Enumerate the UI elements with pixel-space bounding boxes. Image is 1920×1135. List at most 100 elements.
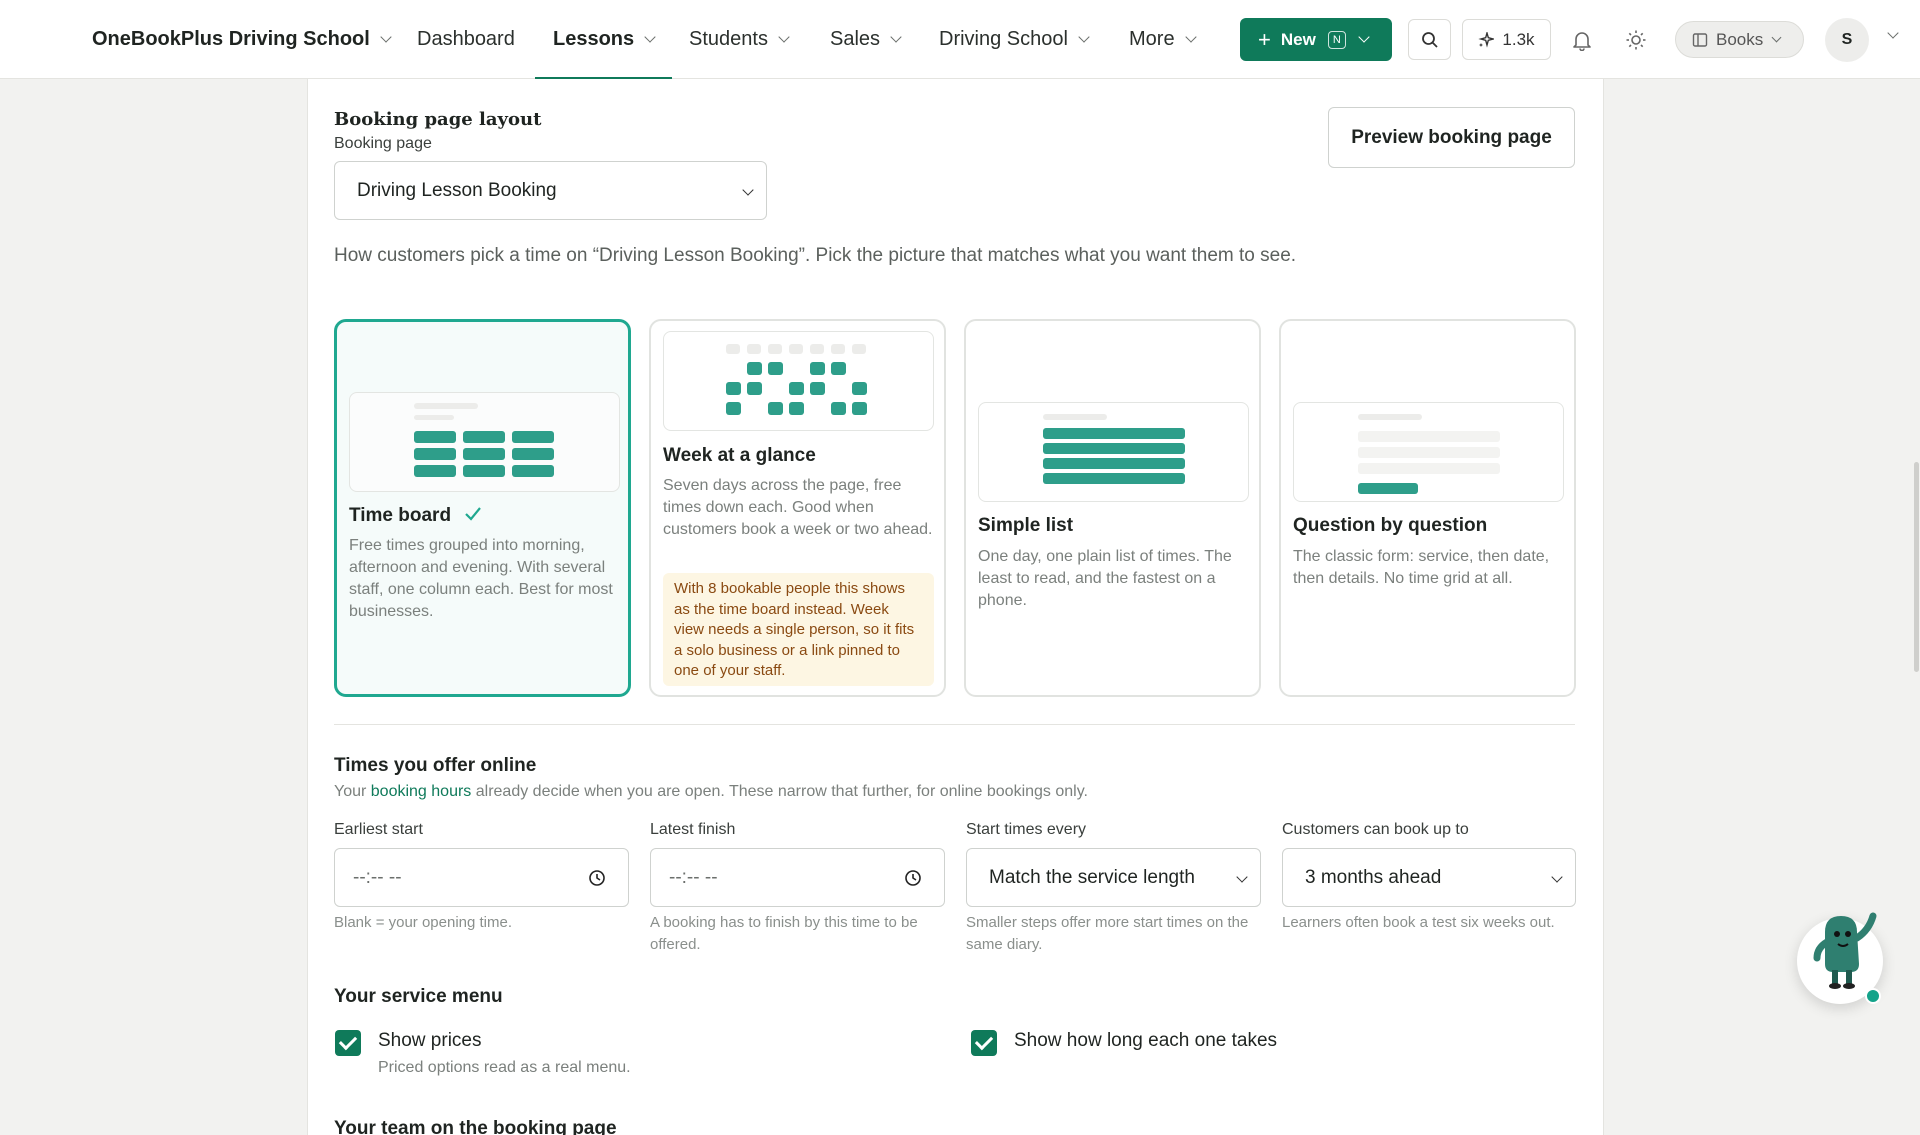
chevron-down-icon — [1358, 31, 1370, 43]
new-button-label: New — [1280, 29, 1316, 49]
books-switcher[interactable]: Books — [1675, 21, 1804, 58]
section-title-booking-layout: Booking page layout — [334, 109, 542, 130]
week-preview — [663, 331, 934, 431]
brand-name: OneBookPlus Driving School — [92, 28, 370, 50]
section-title-service-menu: Your service menu — [334, 986, 503, 1007]
earliest-start-label: Earliest start — [334, 821, 423, 838]
chevron-down-icon[interactable] — [1887, 27, 1899, 39]
layout-option-week-at-a-glance[interactable]: Week at a glance Seven days across the p… — [649, 319, 946, 697]
booking-page-value: Driving Lesson Booking — [357, 179, 557, 201]
section-title-times: Times you offer online — [334, 755, 537, 776]
book-up-to-value: 3 months ahead — [1305, 866, 1442, 888]
earliest-start-input[interactable]: --:-- -- — [334, 848, 629, 907]
chevron-down-icon — [1771, 32, 1782, 42]
option-desc: Seven days across the page, free times d… — [663, 477, 933, 538]
start-times-every-select[interactable]: Match the service length — [966, 848, 1261, 907]
nav-sales[interactable]: Sales — [830, 0, 902, 79]
latest-finish-help: A booking has to finish by this time to … — [650, 914, 918, 953]
show-prices-checkbox[interactable] — [335, 1030, 361, 1056]
latest-finish-value: --:-- -- — [669, 866, 718, 888]
books-label: Books — [1716, 29, 1764, 49]
start-times-every-value: Match the service length — [989, 866, 1195, 888]
booking-page-select[interactable]: Driving Lesson Booking — [334, 161, 767, 220]
top-nav: OneBookPlus Driving School Dashboard Les… — [0, 0, 1920, 80]
shortcut-badge: N — [1327, 30, 1346, 49]
show-prices-label: Show prices — [378, 1030, 482, 1051]
avatar-initial: S — [1841, 31, 1853, 48]
start-times-every-label: Start times every — [966, 821, 1087, 838]
credits-count: 1.3k — [1502, 29, 1535, 49]
chevron-down-icon — [1236, 871, 1248, 883]
option-title-text: Time board — [349, 505, 452, 526]
layout-option-time-board[interactable]: Time board Free times grouped into morni… — [334, 319, 631, 697]
chevron-down-icon — [778, 31, 790, 43]
option-desc: Free times grouped into morning, afterno… — [349, 537, 613, 620]
booking-hours-link[interactable]: booking hours — [371, 783, 472, 800]
chevron-down-icon — [890, 31, 902, 43]
online-status-dot — [1865, 988, 1881, 1004]
nav-students[interactable]: Students — [689, 0, 790, 79]
divider — [334, 724, 1575, 725]
book-up-to-select[interactable]: 3 months ahead — [1282, 848, 1576, 907]
warning-note: With 8 bookable people this shows as the… — [663, 573, 934, 686]
show-duration-checkbox[interactable] — [971, 1030, 997, 1056]
option-desc: The classic form: service, then date, th… — [1293, 548, 1550, 587]
clock-icon — [589, 870, 605, 886]
nav-label: Lessons — [553, 28, 635, 50]
layout-option-simple-list[interactable]: Simple list One day, one plain list of t… — [964, 319, 1261, 697]
ai-credits-button[interactable]: 1.3k — [1462, 19, 1551, 60]
question-preview — [1293, 402, 1564, 502]
option-title: Simple list — [978, 515, 1074, 536]
nav-lessons[interactable]: Lessons — [534, 0, 673, 80]
show-prices-help: Priced options read as a real menu. — [378, 1059, 631, 1076]
chevron-down-icon — [1184, 31, 1197, 43]
layout-option-question-by-question[interactable]: Question by question The classic form: s… — [1279, 319, 1576, 697]
option-title: Time board — [349, 505, 482, 527]
sparkle-icon — [1478, 31, 1495, 48]
subtitle-prefix: Your — [334, 783, 371, 800]
option-title: Week at a glance — [663, 445, 816, 466]
simple-list-preview — [978, 402, 1249, 502]
earliest-start-help: Blank = your opening time. — [334, 914, 513, 931]
section-title-team: Your team on the booking page — [334, 1118, 617, 1135]
nav-driving-school[interactable]: Driving School — [939, 0, 1090, 79]
booking-page-label: Booking page — [334, 135, 432, 152]
earliest-start-value: --:-- -- — [353, 866, 402, 888]
nav-more[interactable]: More — [1129, 0, 1197, 79]
nav-label: More — [1129, 28, 1175, 50]
new-button[interactable]: + New N — [1240, 18, 1392, 61]
bell-icon — [1573, 32, 1591, 52]
start-times-every-help: Smaller steps offer more start times on … — [966, 914, 1249, 953]
subtitle-suffix: already decide when you are open. These … — [471, 783, 1088, 800]
book-up-to-help: Learners often book a test six weeks out… — [1282, 914, 1555, 931]
nav-label: Sales — [830, 28, 881, 50]
nav-dashboard[interactable]: Dashboard — [417, 0, 515, 79]
clock-icon — [905, 870, 921, 886]
plus-icon: + — [1258, 26, 1271, 52]
search-button[interactable] — [1408, 19, 1451, 60]
mascot-icon — [1813, 912, 1877, 989]
time-board-preview — [349, 392, 620, 492]
check-icon — [465, 507, 482, 521]
assistant-mascot-button[interactable] — [1797, 912, 1883, 1004]
show-duration-label: Show how long each one takes — [1014, 1030, 1278, 1051]
book-up-to-label: Customers can book up to — [1282, 821, 1469, 838]
book-icon — [1692, 32, 1708, 47]
search-icon — [1421, 31, 1438, 48]
preview-booking-page-button[interactable]: Preview booking page — [1328, 107, 1575, 168]
notifications-button[interactable] — [1571, 29, 1593, 56]
chevron-down-icon — [742, 184, 754, 196]
nav-label: Driving School — [939, 28, 1068, 50]
page-scrollbar[interactable] — [1914, 462, 1919, 672]
theme-toggle[interactable] — [1625, 29, 1647, 56]
option-title: Question by question — [1293, 515, 1488, 536]
chevron-down-icon — [644, 31, 656, 43]
workspace-switcher[interactable]: OneBookPlus Driving School — [92, 0, 392, 79]
chevron-down-icon — [1078, 31, 1090, 43]
chevron-down-icon — [1551, 871, 1563, 883]
chevron-down-icon — [380, 31, 392, 43]
latest-finish-input[interactable]: --:-- -- — [650, 848, 945, 907]
sun-icon — [1626, 30, 1646, 50]
latest-finish-label: Latest finish — [650, 821, 736, 838]
avatar[interactable]: S — [1825, 18, 1869, 62]
